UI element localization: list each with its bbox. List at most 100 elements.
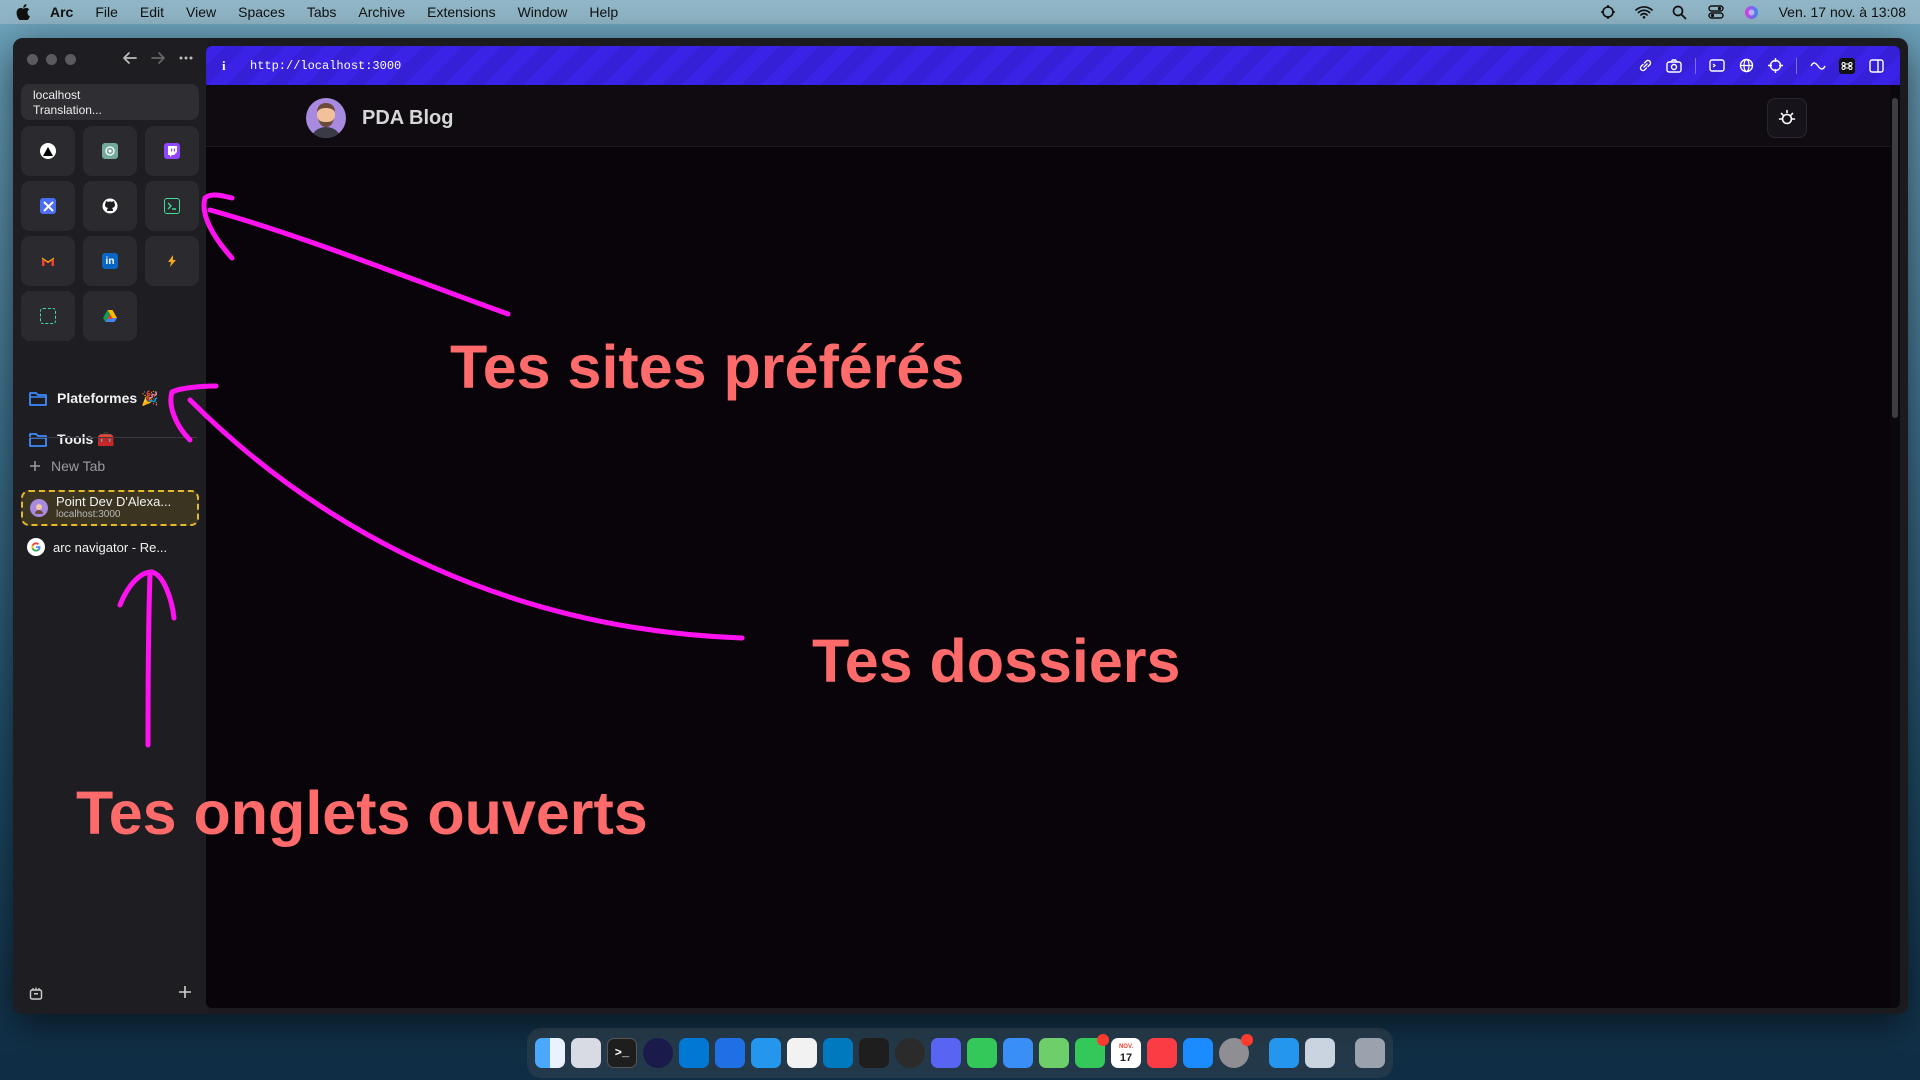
twitch-icon <box>164 143 180 159</box>
bolt-status-icon[interactable] <box>1599 3 1617 21</box>
menu-view[interactable]: View <box>186 4 216 20</box>
menu-edit[interactable]: Edit <box>140 4 164 20</box>
pinned-linkedin[interactable]: in <box>83 236 137 286</box>
folder-plateformes[interactable]: Plateformes 🎉 <box>29 390 158 407</box>
spotlight-search-icon[interactable] <box>1671 3 1689 21</box>
docker-alt-icon[interactable] <box>1269 1038 1299 1068</box>
forward-arrow-icon[interactable] <box>149 48 167 68</box>
facetime-icon[interactable] <box>1075 1034 1109 1068</box>
tab-subtitle: localhost:3000 <box>56 509 121 520</box>
annotation-favorites: Tes sites préférés <box>450 333 965 401</box>
terminal-icon[interactable]: >_ <box>607 1038 637 1068</box>
new-tab-button[interactable]: New Tab <box>29 458 105 474</box>
mail-icon[interactable] <box>1003 1038 1033 1068</box>
back-arrow-icon[interactable] <box>121 48 139 68</box>
screenshot-camera-icon[interactable] <box>1666 58 1682 74</box>
pinned-toolbox[interactable] <box>21 181 75 231</box>
pinned-vercel[interactable] <box>21 126 75 176</box>
vscode-icon[interactable] <box>679 1038 709 1068</box>
menu-window[interactable]: Window <box>518 4 568 20</box>
network-globe-icon[interactable] <box>1738 58 1754 74</box>
music-icon[interactable] <box>1147 1038 1177 1068</box>
command-key-icon[interactable] <box>1839 57 1855 74</box>
linkedin-icon: in <box>102 253 118 269</box>
folder-icon <box>29 433 47 447</box>
close-window-button[interactable] <box>27 54 38 65</box>
apple-icon[interactable] <box>14 3 32 21</box>
wifi-icon[interactable] <box>1634 3 1653 21</box>
calendar-icon[interactable]: NOV. 17 <box>1111 1038 1141 1068</box>
pinned-github[interactable] <box>83 181 137 231</box>
figma-icon[interactable] <box>859 1038 889 1068</box>
menu-datetime[interactable]: Ven. 17 nov. à 13:08 <box>1779 4 1906 20</box>
menu-help[interactable]: Help <box>589 4 618 20</box>
siri-icon[interactable] <box>1743 3 1761 21</box>
trello-icon[interactable] <box>823 1038 853 1068</box>
annotation-folders: Tes dossiers <box>812 627 1181 695</box>
pinned-drive[interactable] <box>83 291 137 341</box>
notification-badge <box>1241 1034 1253 1046</box>
menu-archive[interactable]: Archive <box>358 4 405 20</box>
minimize-window-button[interactable] <box>46 54 57 65</box>
avatar[interactable] <box>306 98 346 138</box>
archive-library-icon[interactable] <box>27 984 45 1002</box>
pinned-bolt[interactable] <box>145 236 199 286</box>
launchpad-icon[interactable] <box>571 1038 601 1068</box>
menu-file[interactable]: File <box>95 4 118 20</box>
gmail-icon <box>40 253 56 269</box>
arc-browser-icon[interactable] <box>643 1038 673 1068</box>
messages-icon[interactable] <box>967 1038 997 1068</box>
calendar-day: 17 <box>1119 1052 1133 1064</box>
sun-moon-icon <box>1778 109 1796 125</box>
dev-url[interactable]: http://localhost:3000 <box>250 59 401 73</box>
tab-point-dev[interactable]: Point Dev D'Alexa... localhost:3000 <box>21 490 199 526</box>
menu-extensions[interactable]: Extensions <box>427 4 495 20</box>
more-options-icon[interactable] <box>177 48 195 68</box>
plus-icon <box>30 461 40 471</box>
xcode-icon[interactable] <box>715 1038 745 1068</box>
finder-icon[interactable] <box>535 1038 565 1068</box>
pinned-chatgpt[interactable] <box>83 126 137 176</box>
vercel-icon <box>40 143 56 159</box>
web-content: i http://localhost:3000 PDA Blog <box>206 46 1900 1008</box>
console-icon[interactable] <box>1709 58 1725 74</box>
split-view-icon[interactable] <box>1868 58 1884 74</box>
url-subtitle: Translation... <box>33 103 102 117</box>
folder-tools[interactable]: Tools 🧰 <box>29 431 115 448</box>
navigation-controls <box>121 48 195 68</box>
menu-tabs[interactable]: Tabs <box>307 4 337 20</box>
system-settings-icon[interactable] <box>1219 1034 1253 1068</box>
folder-label: Tools 🧰 <box>57 431 115 447</box>
scrollbar-thumb[interactable] <box>1892 98 1898 418</box>
extensions-puzzle-icon[interactable] <box>1810 58 1826 74</box>
github-icon <box>102 198 118 214</box>
copy-link-icon[interactable] <box>1637 58 1653 74</box>
inspect-crosshair-icon[interactable] <box>1767 58 1783 74</box>
control-center-icon[interactable] <box>1707 3 1725 21</box>
trash-icon[interactable] <box>1355 1038 1385 1068</box>
site-title[interactable]: PDA Blog <box>362 107 453 130</box>
arc-dev-toolbar: i http://localhost:3000 <box>206 46 1900 85</box>
folder-label: Plateformes 🎉 <box>57 390 159 406</box>
theme-toggle-button[interactable] <box>1767 98 1807 138</box>
tab-arc-navigator[interactable]: arc navigator - Re... <box>27 538 167 556</box>
bolt-icon <box>164 253 180 269</box>
menu-spaces[interactable]: Spaces <box>238 4 285 20</box>
pinned-terminal[interactable] <box>145 181 199 231</box>
preview-icon[interactable] <box>1305 1038 1335 1068</box>
menu-app-name[interactable]: Arc <box>50 4 73 20</box>
zoom-window-button[interactable] <box>65 54 76 65</box>
pinned-twitch[interactable] <box>145 126 199 176</box>
chatgpt-icon[interactable] <box>895 1038 925 1068</box>
window-controls <box>27 54 76 65</box>
scrobbles-icon[interactable] <box>787 1038 817 1068</box>
pinned-box[interactable] <box>21 291 75 341</box>
add-space-plus-icon[interactable] <box>175 982 195 1002</box>
app-store-icon[interactable] <box>1183 1038 1213 1068</box>
pinned-gmail[interactable] <box>21 236 75 286</box>
site-info-icon[interactable]: i <box>222 58 236 74</box>
sidebar-url-bar[interactable]: localhost Translation... <box>21 84 199 120</box>
maps-icon[interactable] <box>1039 1038 1069 1068</box>
docker-icon[interactable] <box>751 1038 781 1068</box>
discord-icon[interactable] <box>931 1038 961 1068</box>
